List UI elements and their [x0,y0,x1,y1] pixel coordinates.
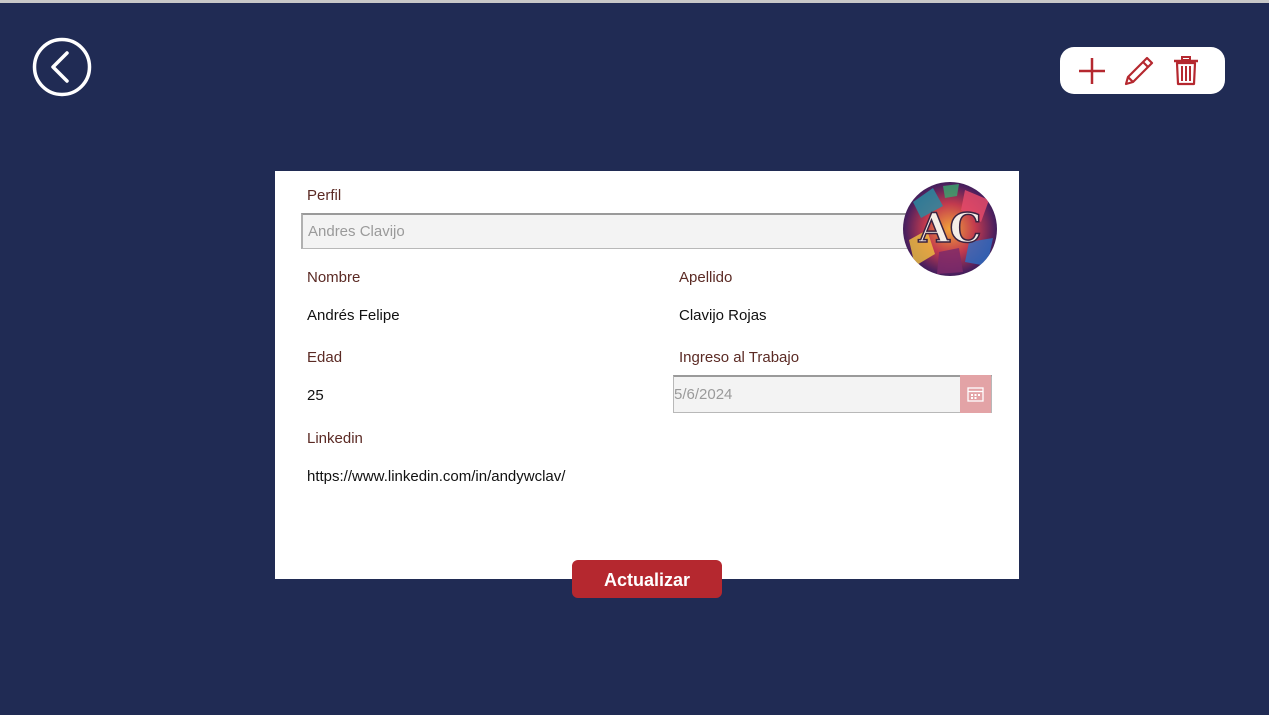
age-label: Edad [307,349,343,366]
profile-avatar: AC [903,182,997,276]
avatar-initials: AC [918,205,982,252]
calendar-button[interactable] [960,375,991,413]
hire-date-picker[interactable]: 5/6/2024 [673,375,992,413]
last-name-value: Clavijo Rojas [679,307,767,324]
add-button[interactable] [1076,55,1108,87]
pencil-icon [1124,56,1154,86]
plus-icon [1079,58,1105,84]
profile-field[interactable] [301,213,913,249]
first-name-label: Nombre [307,269,361,286]
edit-button[interactable] [1123,55,1155,87]
record-toolbar [1060,47,1225,94]
hire-date-label: Ingreso al Trabajo [679,349,800,366]
profile-label: Perfil [307,187,342,204]
window-top-border [0,0,1269,3]
calendar-icon [967,387,984,402]
employee-form-card: Perfil AC Nombre Andrés Felipe Apellido [275,171,1019,579]
trash-icon [1174,56,1198,86]
last-name-label: Apellido [679,269,733,286]
first-name-value: Andrés Felipe [307,307,400,324]
back-button[interactable] [32,37,92,97]
linkedin-label: Linkedin [307,430,363,447]
linkedin-value: https://www.linkedin.com/in/andywclav/ [307,468,566,485]
update-button[interactable]: Actualizar [572,560,722,598]
hire-date-value: 5/6/2024 [674,386,733,403]
age-value: 25 [307,387,324,404]
chevron-left-circle-icon [32,37,92,97]
delete-button[interactable] [1170,55,1202,87]
